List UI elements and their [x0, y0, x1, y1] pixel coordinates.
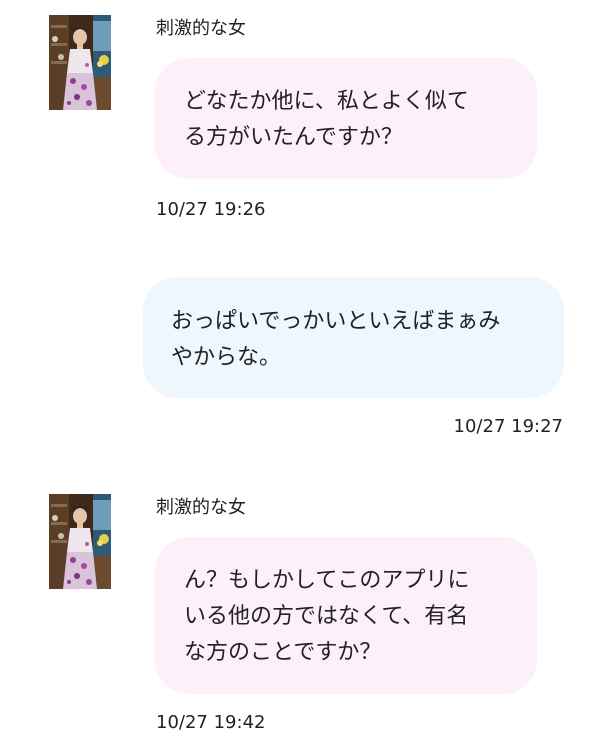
message-timestamp: 10/27 19:26 — [156, 199, 266, 220]
sender-avatar[interactable] — [49, 15, 111, 110]
message-text-line: ん？もしかしてこのアプリに — [184, 568, 470, 593]
message-text-line: やからな。 — [171, 345, 282, 370]
message-text-line: な方のことですか？ — [184, 640, 382, 665]
incoming-message-bubble[interactable]: ん？もしかしてこのアプリに いる他の方ではなくて、有名 な方のことですか？ — [155, 537, 537, 694]
message-text-line: る方がいたんですか？ — [184, 125, 403, 150]
message-text-line: いる他の方ではなくて、有名 — [184, 604, 469, 629]
incoming-message-bubble[interactable]: どなたか他に、私とよく似て る方がいたんですか？ — [155, 58, 537, 179]
message-timestamp: 10/27 19:42 — [156, 712, 266, 733]
outgoing-message-bubble[interactable]: おっぱいでっかいといえばまぁみ やからな。 — [143, 277, 564, 398]
sender-name: 刺激的な女 — [156, 18, 246, 39]
avatar-photo-icon — [49, 494, 111, 589]
message-text-line: おっぱいでっかいといえばまぁみ — [171, 309, 501, 334]
avatar-photo-icon — [49, 15, 111, 110]
message-timestamp: 10/27 19:27 — [453, 416, 563, 437]
sender-avatar[interactable] — [49, 494, 111, 589]
message-text-line: どなたか他に、私とよく似て — [184, 89, 469, 114]
sender-name: 刺激的な女 — [156, 497, 246, 518]
